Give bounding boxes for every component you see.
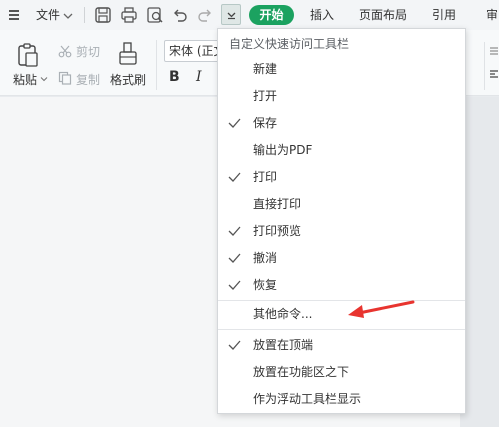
tab-page-layout[interactable]: 页面布局 <box>359 0 407 30</box>
customize-quick-access-button[interactable] <box>221 4 241 25</box>
title-bar: 文件 开始 插入 页面布局 引用 审 <box>0 0 499 30</box>
menu-item-direct-print[interactable]: 直接打印 <box>218 191 465 218</box>
menu-item-label: 新建 <box>253 62 278 76</box>
print-icon[interactable] <box>119 5 139 25</box>
red-arrow-annotation <box>348 300 415 318</box>
menu-item-place-below-ribbon[interactable]: 放置在功能区之下 <box>218 359 465 386</box>
cut-button[interactable]: 剪切 <box>76 43 100 60</box>
menu-item-new[interactable]: 新建 <box>218 56 465 83</box>
checkmark-icon <box>228 280 241 290</box>
menu-item-label: 打印预览 <box>253 224 302 238</box>
menu-item-label: 打开 <box>253 89 278 103</box>
tab-home[interactable]: 开始 <box>249 5 294 25</box>
menu-item-label: 输出为PDF <box>253 143 313 157</box>
menu-icon[interactable] <box>9 10 19 20</box>
tab-references[interactable]: 引用 <box>432 0 456 30</box>
customize-quick-access-dropdown: 自定义快速访问工具栏 新建 打开 保存 输出为PDF 打印 直接打印 打印预览 … <box>217 28 466 414</box>
paste-button[interactable]: 粘贴 <box>13 71 37 88</box>
menu-item-label: 放置在顶端 <box>253 338 314 352</box>
copy-icon <box>58 71 72 85</box>
menu-item-label: 作为浮动工具栏显示 <box>253 392 362 406</box>
dropdown-title: 自定义快速访问工具栏 <box>229 37 350 51</box>
checkmark-icon <box>228 172 241 182</box>
bold-button[interactable]: B <box>169 69 180 85</box>
menu-item-export-pdf[interactable]: 输出为PDF <box>218 137 465 164</box>
checkmark-icon <box>228 340 241 350</box>
menu-item-label: 撤消 <box>253 251 278 265</box>
menu-item-label: 恢复 <box>253 278 278 292</box>
copy-button[interactable]: 复制 <box>76 71 100 88</box>
format-painter-button[interactable]: 格式刷 <box>110 71 146 88</box>
italic-button[interactable]: I <box>196 69 202 85</box>
ribbon-divider <box>156 40 157 90</box>
checkmark-icon <box>228 118 241 128</box>
chevron-down-icon <box>227 12 236 20</box>
checkmark-icon <box>228 253 241 263</box>
menu-item-place-top[interactable]: 放置在顶端 <box>218 332 465 359</box>
menu-divider <box>218 329 465 330</box>
font-name-select[interactable]: 宋体 (正文) <box>164 40 222 62</box>
tab-insert[interactable]: 插入 <box>310 0 334 30</box>
tab-review[interactable]: 审 <box>486 0 498 30</box>
print-preview-icon[interactable] <box>145 5 165 25</box>
menu-item-save[interactable]: 保存 <box>218 110 465 137</box>
format-painter-icon[interactable] <box>117 41 139 67</box>
chevron-down-icon[interactable] <box>40 75 48 83</box>
ribbon-right-edge <box>484 42 499 90</box>
file-menu[interactable]: 文件 <box>36 0 60 30</box>
checkmark-icon <box>228 226 241 236</box>
list-icon[interactable] <box>489 46 499 56</box>
menu-item-undo[interactable]: 撤消 <box>218 245 465 272</box>
menu-item-label: 保存 <box>253 116 278 130</box>
paste-icon[interactable] <box>16 42 40 68</box>
save-icon[interactable] <box>93 5 113 25</box>
undo-icon[interactable] <box>170 5 190 25</box>
menu-item-print[interactable]: 打印 <box>218 164 465 191</box>
align-icon[interactable] <box>489 69 499 79</box>
menu-item-label: 直接打印 <box>253 197 302 211</box>
menu-item-label: 其他命令... <box>253 307 313 321</box>
menu-item-floating-toolbar[interactable]: 作为浮动工具栏显示 <box>218 386 465 413</box>
redo-icon[interactable] <box>195 5 215 25</box>
scissors-icon <box>58 45 72 58</box>
menu-item-label: 放置在功能区之下 <box>253 365 350 379</box>
menu-item-print-preview[interactable]: 打印预览 <box>218 218 465 245</box>
menu-item-redo[interactable]: 恢复 <box>218 272 465 299</box>
chevron-down-icon[interactable] <box>62 10 74 22</box>
toolbar-separator <box>84 7 85 23</box>
menu-item-open[interactable]: 打开 <box>218 83 465 110</box>
menu-item-label: 打印 <box>253 170 278 184</box>
menu-item-other-commands[interactable]: 其他命令... <box>218 301 465 328</box>
